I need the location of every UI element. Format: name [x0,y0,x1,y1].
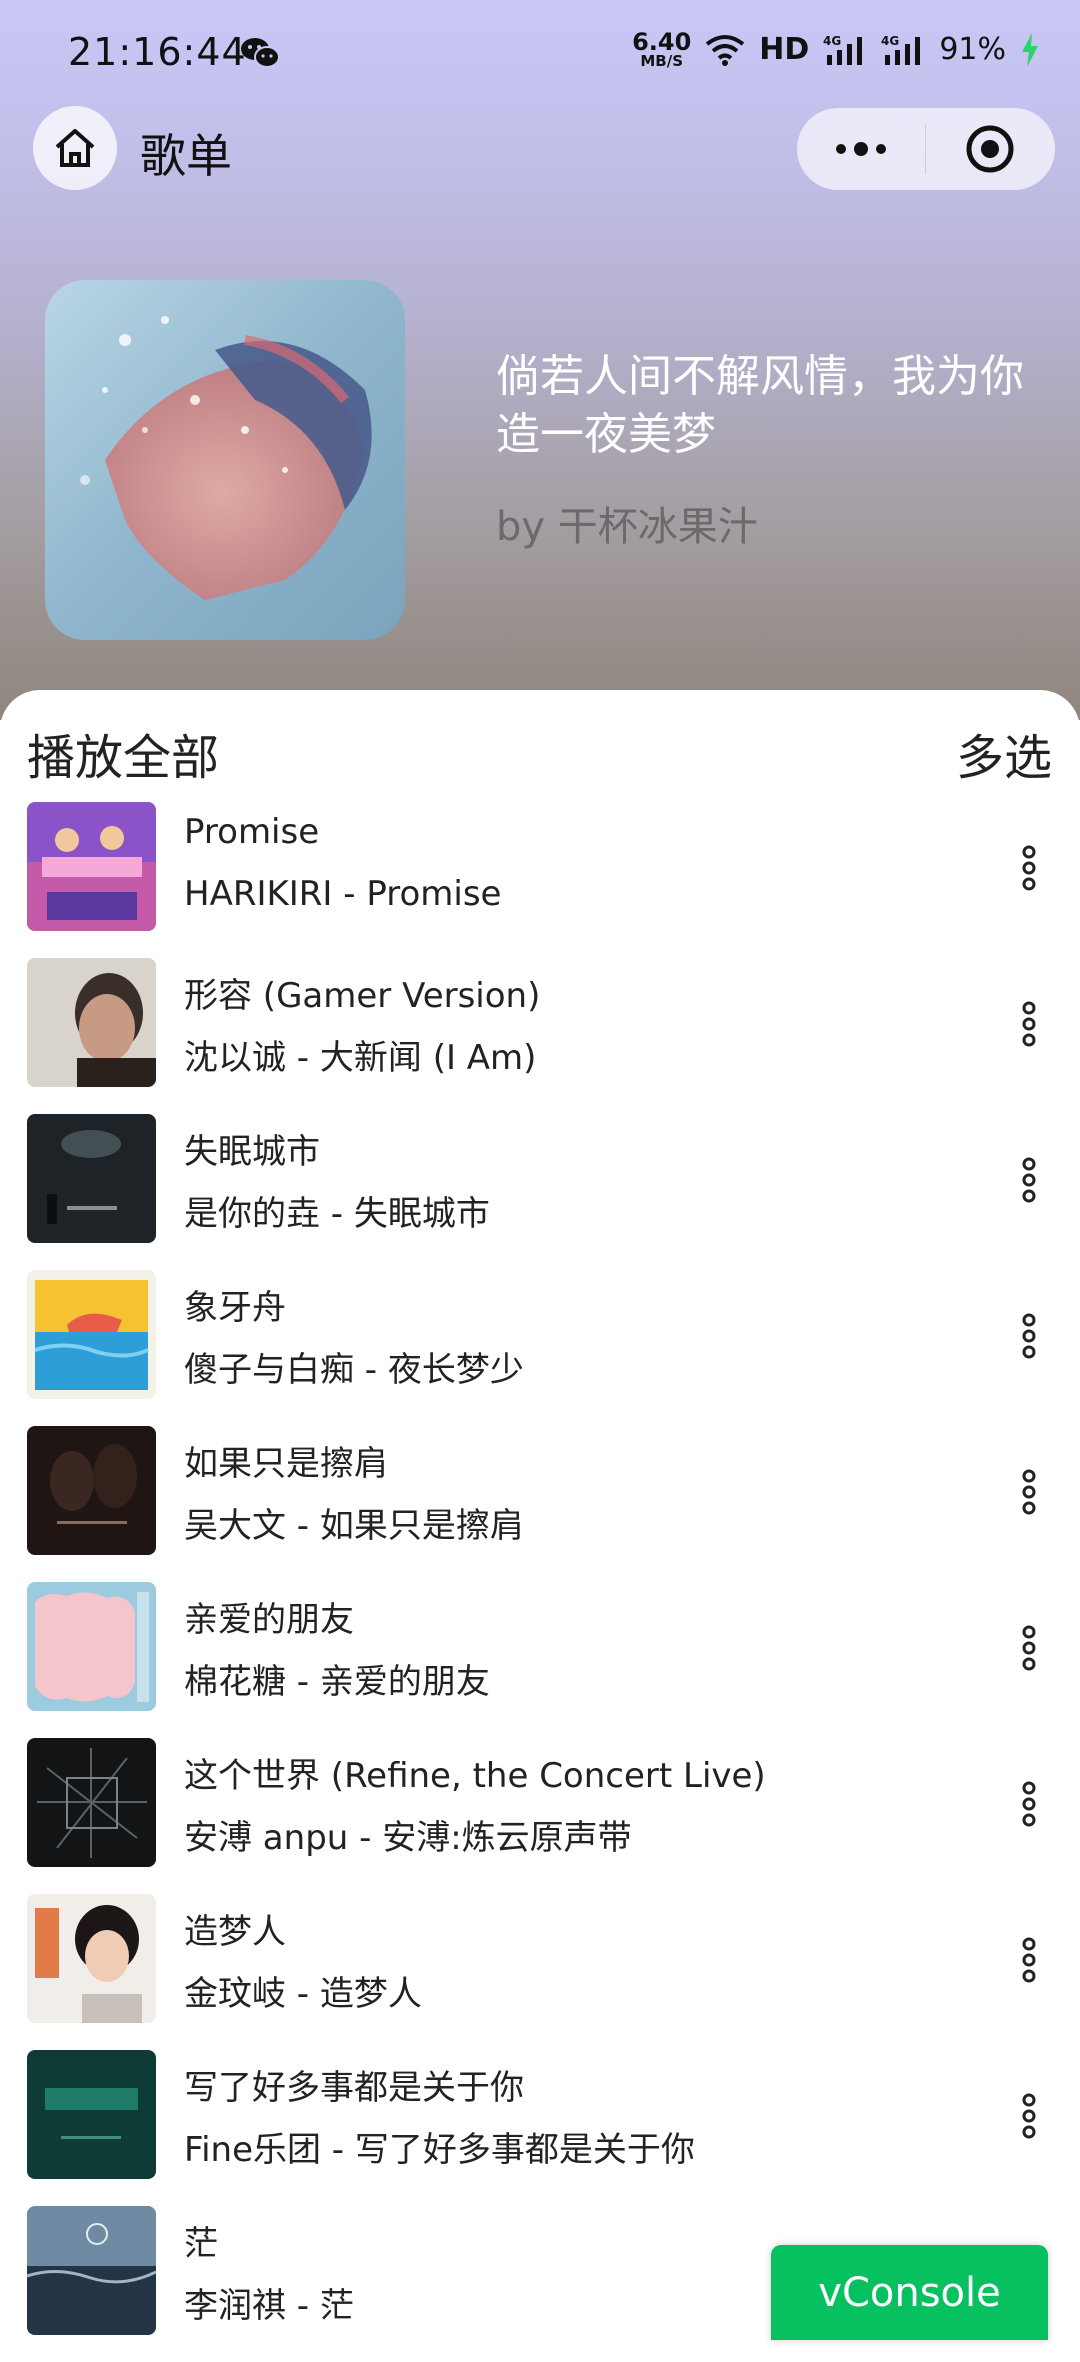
album-art [27,1582,156,1711]
more-vertical-icon[interactable] [1014,844,1044,892]
album-art [27,2050,156,2179]
song-row[interactable]: 象牙舟 傻子与白痴 - 夜长梦少 [0,1270,1080,1426]
more-vertical-icon[interactable] [1014,1780,1044,1828]
charging-icon [1022,32,1038,67]
wifi-icon [706,34,745,66]
more-vertical-icon[interactable] [1014,1468,1044,1516]
signal-icon: 4G [823,34,863,65]
song-row[interactable]: 写了好多事都是关于你 Fine乐团 - 写了好多事都是关于你 [0,2050,1080,2206]
mini-program-capsule [797,108,1055,190]
more-vertical-icon[interactable] [1014,1156,1044,1204]
more-vertical-icon[interactable] [1014,1312,1044,1360]
close-button[interactable] [926,108,1054,190]
song-list: Promise HARIKIRI - Promise 形容 (Gamer Ver… [0,802,1080,2362]
album-art [27,1114,156,1243]
album-art [27,2206,156,2335]
song-title: 造梦人 [184,1912,286,1952]
page-title: 歌单 [140,129,232,183]
album-art [27,1426,156,1555]
song-title: 这个世界 (Refine, the Concert Live) [184,1756,766,1796]
song-artist-album: 沈以诚 - 大新闻 (I Am) [184,1038,537,1078]
svg-text:4G: 4G [823,34,841,48]
status-indicators: 6.40 MB/S HD 4G 4G 91% [632,30,1040,69]
song-artist-album: 是你的垚 - 失眠城市 [184,1194,490,1234]
song-row[interactable]: 失眠城市 是你的垚 - 失眠城市 [0,1114,1080,1270]
more-dots-icon [836,142,886,156]
signal-icon-2: 4G [881,34,921,65]
song-artist-album: 金玟岐 - 造梦人 [184,1974,422,2014]
song-title: Promise [184,812,320,852]
network-speed: 6.40 MB/S [632,28,692,70]
more-button[interactable] [797,108,925,190]
target-icon [966,125,1014,173]
song-artist-album: 棉花糖 - 亲爱的朋友 [184,1662,490,1702]
more-vertical-icon[interactable] [1014,2092,1044,2140]
album-art [27,802,156,931]
song-artist-album: 吴大文 - 如果只是擦肩 [184,1506,524,1546]
playlist-title: 倘若人间不解风情，我为你造一夜美梦 [496,351,1024,460]
song-artist-album: HARIKIRI - Promise [184,874,502,914]
album-art [27,1738,156,1867]
song-row[interactable]: Promise HARIKIRI - Promise [0,802,1080,958]
song-title: 失眠城市 [184,1132,320,1172]
song-title: 茫 [184,2224,218,2264]
status-bar: 21:16:44 6.40 MB/S HD 4G 4G 91% [0,0,1080,104]
song-row[interactable]: 如果只是擦肩 吴大文 - 如果只是擦肩 [0,1426,1080,1582]
home-icon [55,129,95,167]
more-vertical-icon[interactable] [1014,1936,1044,1984]
play-all-button[interactable]: 播放全部 [27,718,219,788]
album-art [27,1894,156,2023]
vconsole-button[interactable]: vConsole [771,2245,1048,2340]
playlist-author[interactable]: by 干杯冰果汁 [496,494,758,552]
home-button[interactable] [33,106,117,190]
wechat-icon [241,38,280,68]
multi-select-button[interactable]: 多选 [956,718,1052,788]
song-row[interactable]: 这个世界 (Refine, the Concert Live) 安溥 anpu … [0,1738,1080,1894]
more-vertical-icon[interactable] [1014,1624,1044,1672]
song-title: 如果只是擦肩 [184,1444,388,1484]
song-row[interactable]: 亲爱的朋友 棉花糖 - 亲爱的朋友 [0,1582,1080,1738]
song-title: 亲爱的朋友 [184,1600,354,1640]
song-title: 形容 (Gamer Version) [184,976,541,1016]
song-artist-album: 傻子与白痴 - 夜长梦少 [184,1350,524,1390]
album-art [27,958,156,1087]
more-vertical-icon[interactable] [1014,1000,1044,1048]
battery-percent: 91% [939,32,1006,67]
playlist-cover-image [45,280,405,640]
song-title: 写了好多事都是关于你 [184,2068,524,2108]
album-art [27,1270,156,1399]
song-artist-album: 李润祺 - 茫 [184,2286,354,2326]
song-artist-album: 安溥 anpu - 安溥:炼云原声带 [184,1818,632,1858]
status-time: 21:16:44 [68,30,247,74]
song-title: 象牙舟 [184,1288,286,1328]
navigation-bar: 歌单 [0,104,1080,194]
song-row[interactable]: 形容 (Gamer Version) 沈以诚 - 大新闻 (I Am) [0,958,1080,1114]
song-list-panel: 播放全部 多选 Promise HARIKIRI - Promise 形容 (G… [0,690,1080,2340]
song-artist-album: Fine乐团 - 写了好多事都是关于你 [184,2130,695,2170]
song-row[interactable]: 造梦人 金玟岐 - 造梦人 [0,1894,1080,2050]
svg-text:4G: 4G [881,34,899,48]
hd-indicator: HD [759,32,810,67]
